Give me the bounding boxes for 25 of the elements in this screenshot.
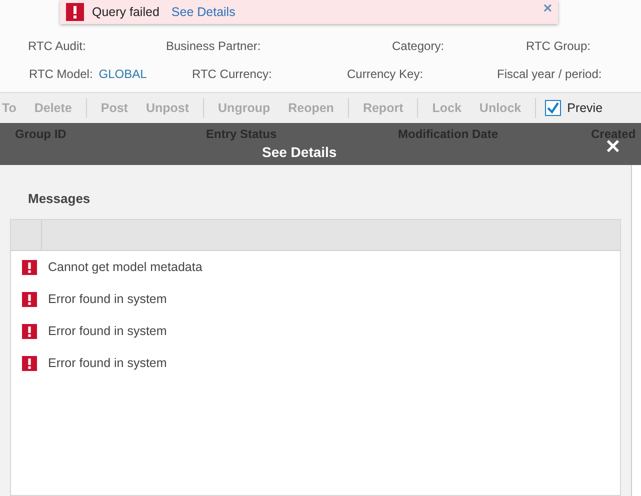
see-details-link[interactable]: See Details bbox=[171, 5, 236, 19]
message-text: Cannot get model metadata bbox=[48, 260, 202, 274]
error-icon bbox=[22, 260, 37, 274]
filter-value: GLOBAL bbox=[98, 67, 147, 81]
error-icon bbox=[22, 292, 37, 306]
filter-label: RTC Currency: bbox=[192, 67, 272, 81]
filter-label: Fiscal year / period: bbox=[497, 67, 602, 81]
filter-label: RTC Audit: bbox=[28, 39, 86, 53]
message-text: Error found in system bbox=[48, 356, 167, 370]
filter-label: Business Partner: bbox=[166, 39, 261, 53]
error-icon bbox=[22, 356, 37, 370]
toast-message: Query failed bbox=[92, 5, 160, 19]
filter-label: Currency Key: bbox=[347, 67, 424, 81]
error-icon bbox=[22, 324, 37, 338]
section-title: Messages bbox=[28, 191, 92, 206]
filter-label: Category: bbox=[392, 39, 444, 53]
message-text: Error found in system bbox=[48, 292, 167, 306]
filter-label: RTC Model: bbox=[29, 67, 93, 81]
dialog-title: See Details bbox=[262, 144, 337, 160]
close-button[interactable]: × bbox=[543, 0, 552, 16]
message-text: Error found in system bbox=[48, 324, 167, 338]
filter-label: RTC Group: bbox=[526, 39, 590, 53]
checkbox[interactable] bbox=[545, 100, 562, 116]
checkbox-label: Previe bbox=[567, 101, 603, 115]
error-icon bbox=[66, 3, 84, 21]
